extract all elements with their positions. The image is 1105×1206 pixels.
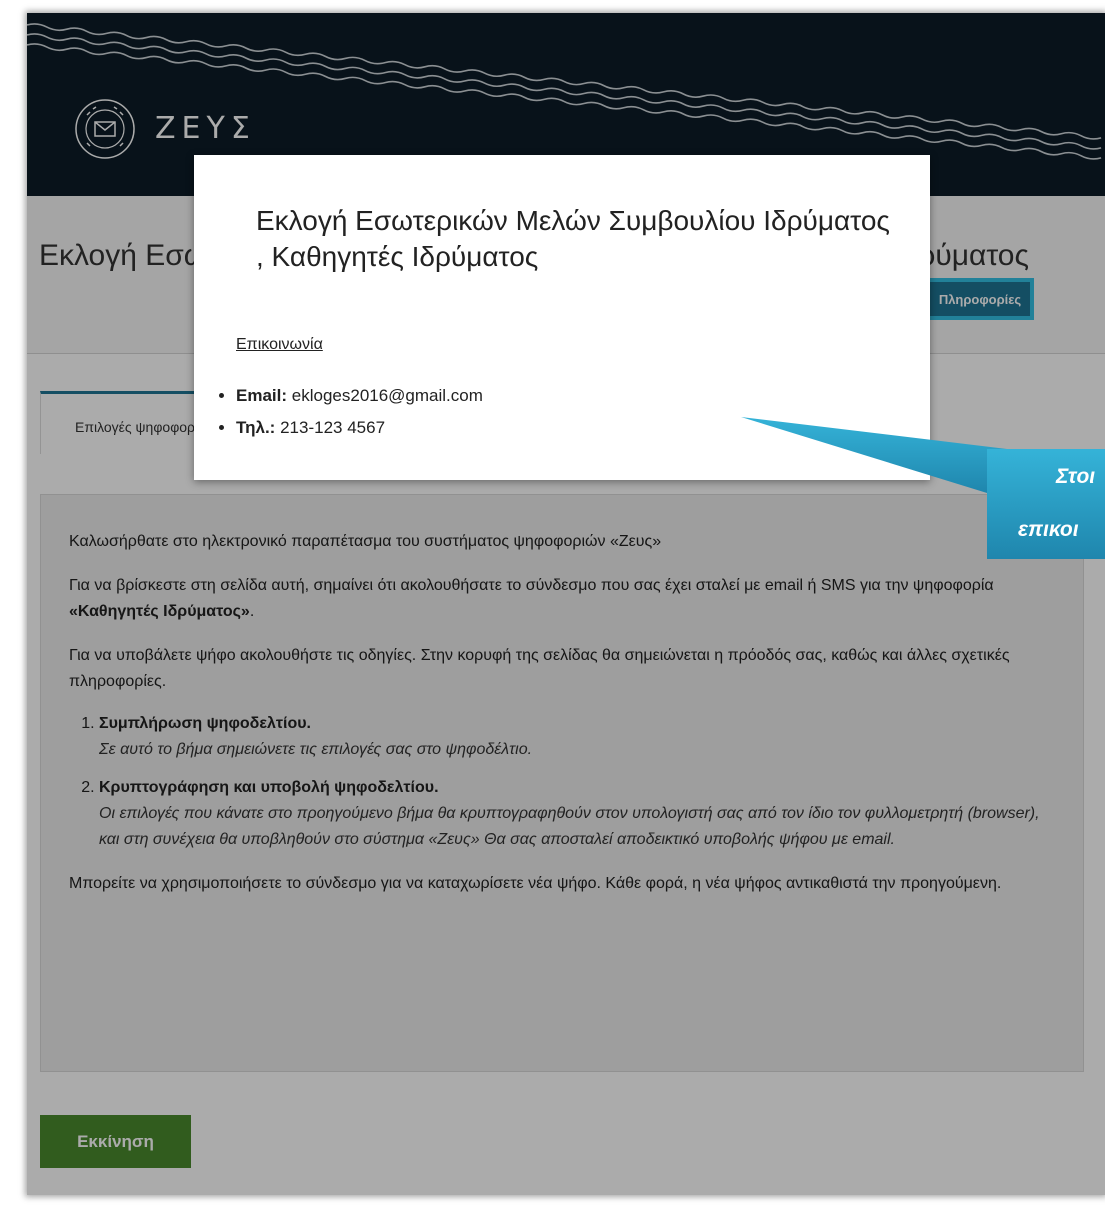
browser-page: ΖΕΥΣ Εκλογή Εσωτερικών Μελών Συμβουλίου …	[27, 13, 1105, 1195]
callout-text-line-2: επικοι	[1018, 518, 1079, 541]
callout-text-line-1: Στοι	[1056, 465, 1096, 488]
callout-pointer	[741, 417, 1105, 559]
